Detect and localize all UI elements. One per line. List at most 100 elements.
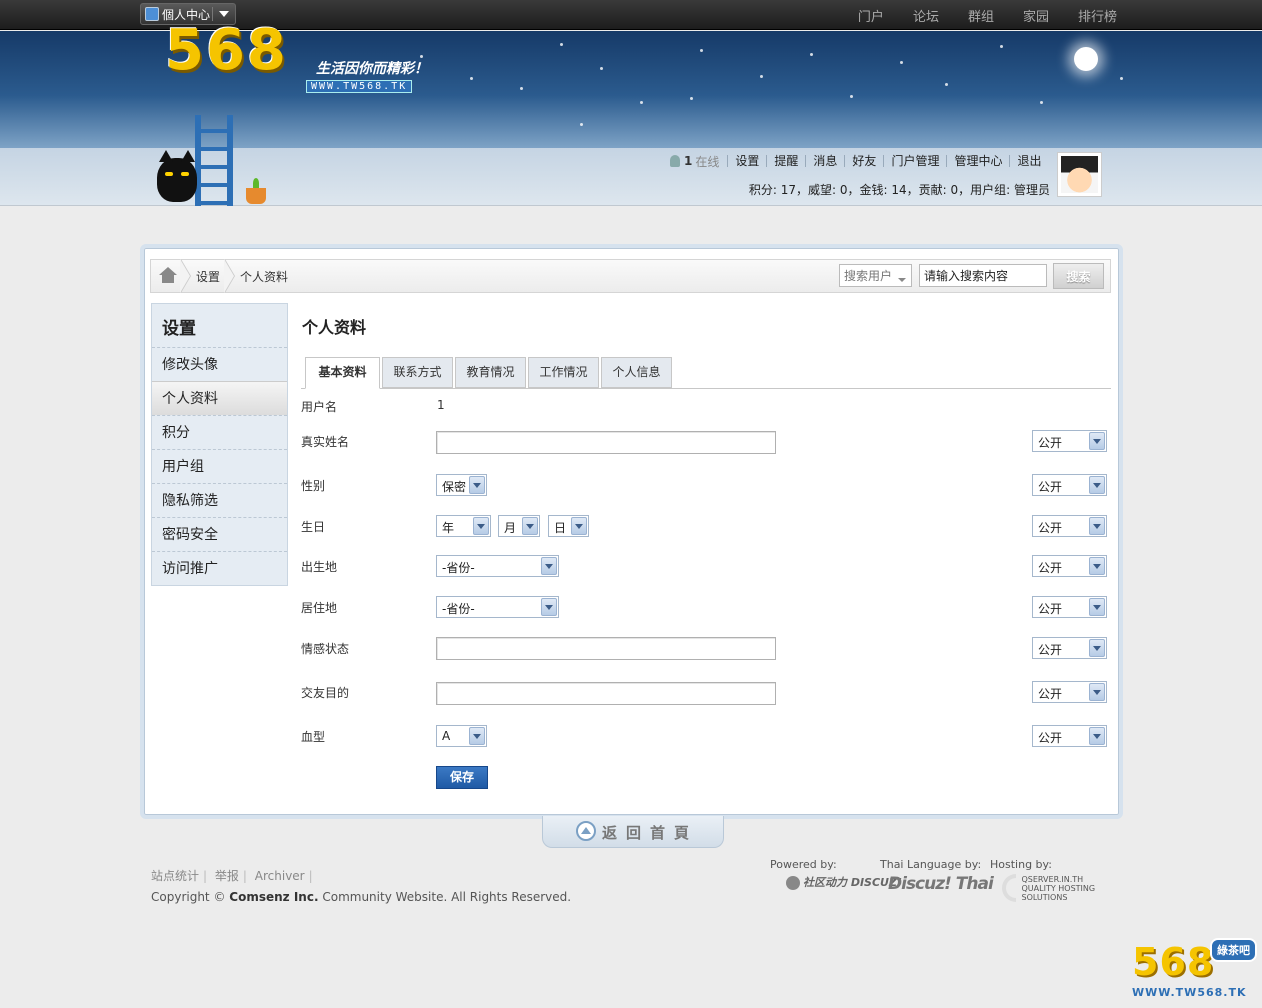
- copyright-suffix: Community Website. All Rights Reserved.: [322, 890, 572, 904]
- tab-education[interactable]: 教育情况: [455, 357, 526, 388]
- copyright-prefix: Copyright ©: [151, 890, 226, 904]
- user-stats: 积分: 17，威望: 0，金钱: 14，贡献: 0，用户组: 管理员: [748, 183, 1050, 197]
- search-input[interactable]: [919, 264, 1047, 287]
- privacy-value: 公开: [1038, 436, 1063, 450]
- birthday-label: 生日: [301, 520, 326, 534]
- moon-icon: [1074, 47, 1098, 71]
- sidebar-item-promotion[interactable]: 访问推广: [152, 551, 287, 585]
- breadcrumb-profile: 个人资料: [240, 270, 289, 284]
- birth-month-select[interactable]: 月: [498, 515, 540, 537]
- sidebar-item-profile[interactable]: 个人资料: [152, 381, 287, 415]
- chevron-down-icon: [1089, 476, 1105, 494]
- footer-link-report[interactable]: 举报: [215, 869, 239, 883]
- page-title: 个人资料: [302, 318, 367, 337]
- sidebar-item-password[interactable]: 密码安全: [152, 517, 287, 551]
- online-count: 1: [684, 154, 693, 168]
- birth-day-value: 日: [554, 521, 567, 535]
- privacy-value: 公开: [1038, 643, 1063, 657]
- save-button[interactable]: 保存: [436, 766, 488, 789]
- menu-reminders[interactable]: 提醒: [766, 155, 805, 167]
- online-label: 在线: [695, 154, 720, 169]
- privacy-value: 公开: [1038, 731, 1063, 745]
- birth-year-select[interactable]: 年: [436, 515, 491, 537]
- qserver-icon: [1002, 874, 1016, 902]
- gender-value: 保密: [442, 480, 467, 494]
- site-watermark: 568 綠茶吧 WWW.TW568.TK: [1130, 938, 1258, 1004]
- residence-label: 居住地: [301, 601, 338, 615]
- gender-privacy-select[interactable]: 公开: [1032, 474, 1107, 496]
- chevron-down-icon: [541, 598, 557, 616]
- sidebar-item-credits[interactable]: 积分: [152, 415, 287, 449]
- gender-label: 性别: [301, 479, 326, 493]
- nav-portal[interactable]: 门户: [858, 6, 884, 25]
- dating-purpose-input[interactable]: [436, 682, 776, 705]
- menu-admin-center[interactable]: 管理中心: [946, 155, 1009, 167]
- residence-province-select[interactable]: -省份-: [436, 596, 559, 618]
- nav-home[interactable]: 家园: [1023, 6, 1049, 25]
- copyright: Copyright © Comsenz Inc. Community Websi…: [151, 890, 571, 904]
- affective-status-privacy-select[interactable]: 公开: [1032, 637, 1107, 659]
- realname-privacy-select[interactable]: 公开: [1032, 430, 1107, 452]
- tab-personal-info[interactable]: 个人信息: [601, 357, 672, 388]
- qserver-line-1: QSERVER.IN.TH: [1021, 874, 1084, 884]
- birthplace-privacy-select[interactable]: 公开: [1032, 555, 1107, 577]
- menu-logout[interactable]: 退出: [1009, 155, 1048, 167]
- chevron-down-icon: [1089, 727, 1105, 745]
- sidebar-item-usergroup[interactable]: 用户组: [152, 449, 287, 483]
- watermark-number: 568: [1132, 940, 1215, 984]
- nav-groups[interactable]: 群组: [968, 6, 994, 25]
- home-icon[interactable]: [159, 267, 177, 283]
- birthplace-label: 出生地: [301, 560, 338, 574]
- nav-forum[interactable]: 论坛: [913, 6, 939, 25]
- footer-link-archiver[interactable]: Archiver: [255, 869, 305, 883]
- hosting-label: Hosting by:: [990, 858, 1052, 871]
- residence-value: -省份-: [442, 602, 475, 616]
- birth-month-value: 月: [504, 521, 517, 535]
- sidebar-item-privacy[interactable]: 隐私筛选: [152, 483, 287, 517]
- birthplace-province-select[interactable]: -省份-: [436, 555, 559, 577]
- birthday-privacy-select[interactable]: 公开: [1032, 515, 1107, 537]
- copyright-company[interactable]: Comsenz Inc.: [229, 890, 318, 904]
- affective-status-input[interactable]: [436, 637, 776, 660]
- chevron-down-icon: [469, 476, 485, 494]
- menu-settings[interactable]: 设置: [727, 155, 766, 167]
- back-home-label[interactable]: 返回首頁: [602, 822, 698, 843]
- realname-input[interactable]: [436, 431, 776, 454]
- bloodtype-privacy-select[interactable]: 公开: [1032, 725, 1107, 747]
- thai-language-label: Thai Language by:: [880, 858, 982, 871]
- plant-illustration: [246, 178, 266, 204]
- residence-privacy-select[interactable]: 公开: [1032, 596, 1107, 618]
- watermark-badge: 綠茶吧: [1210, 938, 1257, 962]
- search-type-select[interactable]: 搜索用户: [839, 264, 912, 287]
- avatar[interactable]: [1057, 152, 1102, 197]
- tab-contact[interactable]: 联系方式: [382, 357, 453, 388]
- discuz-thai-logo[interactable]: Discuz! Thai: [888, 874, 994, 894]
- user-menu: 1 在线 设置 提醒 消息 好友 门户管理 管理中心 退出: [670, 150, 1048, 172]
- discuz-icon: [786, 876, 800, 890]
- tab-basic-info[interactable]: 基本资料: [305, 357, 380, 389]
- menu-friends[interactable]: 好友: [844, 155, 883, 167]
- breadcrumb-separator: [224, 259, 237, 293]
- site-logo[interactable]: 568: [165, 18, 288, 83]
- chevron-down-icon: [219, 11, 229, 17]
- qserver-logo[interactable]: QSERVER.IN.TH QUALITY HOSTING SOLUTIONS: [1002, 874, 1095, 902]
- breadcrumb-settings[interactable]: 设置: [196, 268, 220, 285]
- gender-select[interactable]: 保密: [436, 474, 487, 496]
- birth-day-select[interactable]: 日: [548, 515, 589, 537]
- site-url-badge: WWW.TW568.TK: [306, 80, 413, 93]
- dating-purpose-privacy-select[interactable]: 公开: [1032, 681, 1107, 703]
- arrow-up-icon: [576, 821, 596, 841]
- ladder-illustration: [195, 115, 233, 206]
- search-button[interactable]: 搜索: [1053, 263, 1104, 289]
- online-user-icon: [670, 155, 680, 167]
- sidebar-title: 设置: [162, 319, 196, 339]
- nav-ranking[interactable]: 排行榜: [1078, 6, 1117, 25]
- bloodtype-select[interactable]: A: [436, 725, 487, 747]
- menu-messages[interactable]: 消息: [805, 155, 844, 167]
- chevron-down-icon: [541, 557, 557, 575]
- footer-link-stats[interactable]: 站点统计: [151, 869, 199, 883]
- sidebar-item-avatar[interactable]: 修改头像: [152, 347, 287, 381]
- discuz-logo[interactable]: 社区动力 DISCUZ!: [786, 874, 902, 890]
- menu-portal-admin[interactable]: 门户管理: [883, 155, 946, 167]
- tab-work[interactable]: 工作情况: [528, 357, 599, 388]
